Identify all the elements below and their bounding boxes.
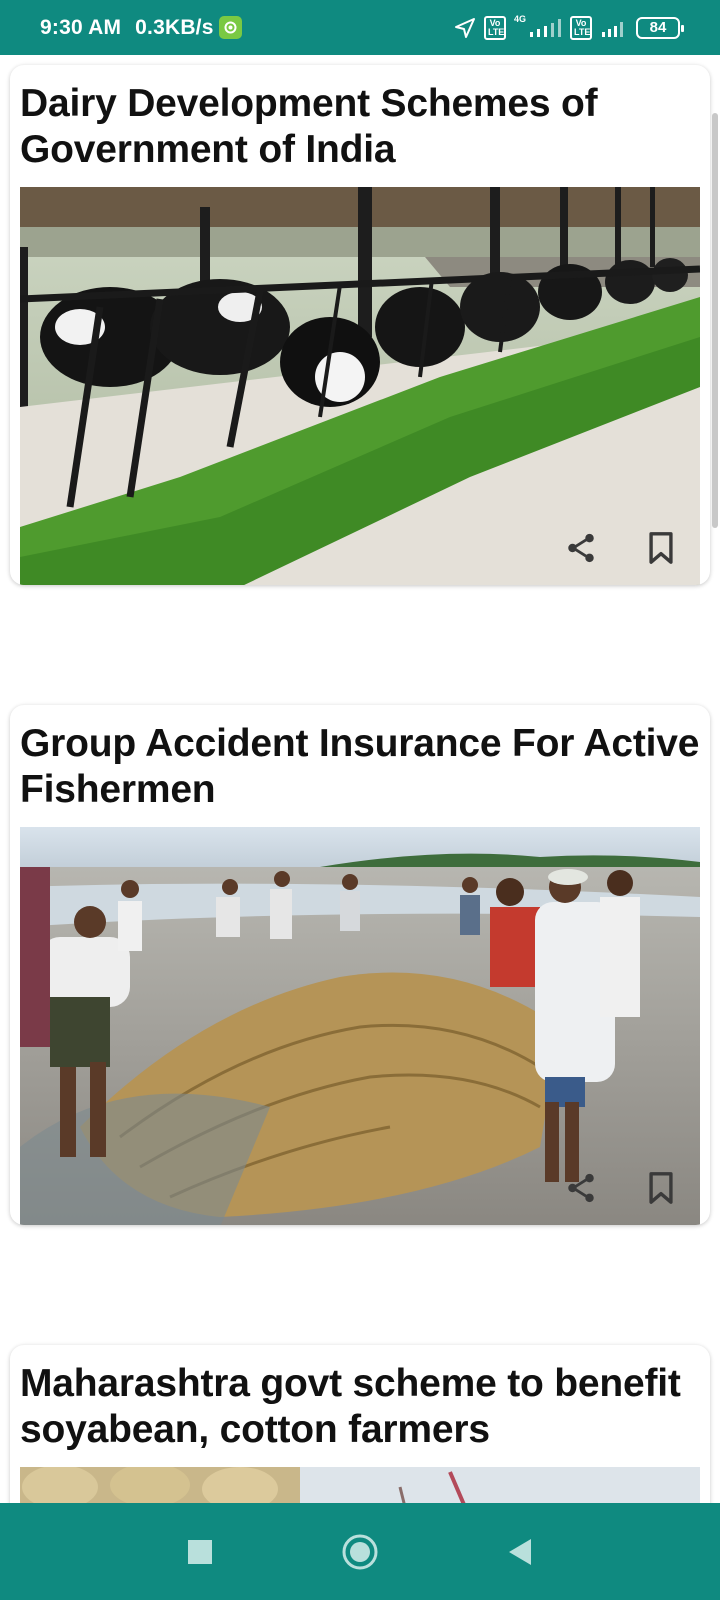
article-title[interactable]: Dairy Development Schemes of Government … (20, 81, 700, 173)
navigation-bar (0, 1503, 720, 1600)
signal-icon (528, 18, 562, 38)
cows-in-shed-photo[interactable] (20, 187, 700, 585)
status-time: 9:30 AM (40, 15, 122, 39)
article-actions (562, 1169, 710, 1207)
back-triangle-icon[interactable] (495, 1527, 545, 1577)
battery-level: 84 (649, 19, 667, 36)
network-type-label: 4G (513, 13, 526, 24)
soyabean-cotton-photo[interactable] (20, 1467, 700, 1503)
scrollbar[interactable] (712, 113, 718, 528)
article-card[interactable]: Group Accident Insurance For Active Fish… (10, 705, 710, 1225)
article-title[interactable]: Maharashtra govt scheme to benefit soyab… (20, 1361, 700, 1453)
fishermen-net-photo[interactable] (20, 827, 700, 1225)
status-right: Vo LTE 4G Vo LTE 84 (454, 13, 684, 40)
article-feed[interactable]: Dairy Development Schemes of Government … (0, 55, 720, 1503)
app-notification-icon (218, 16, 242, 39)
volte-icon: Vo LTE (483, 15, 506, 40)
article-card[interactable]: Dairy Development Schemes of Government … (10, 65, 710, 585)
share-icon[interactable] (562, 1169, 600, 1207)
network-speed: 0.3KB/s (135, 15, 214, 39)
article-title[interactable]: Group Accident Insurance For Active Fish… (20, 721, 700, 813)
location-arrow-icon (454, 17, 476, 39)
article-card[interactable]: Maharashtra govt scheme to benefit soyab… (10, 1345, 710, 1503)
bookmark-icon[interactable] (642, 1169, 680, 1207)
status-left: 9:30 AM 0.3KB/s (40, 16, 242, 40)
recents-square-icon[interactable] (175, 1527, 225, 1577)
bookmark-icon[interactable] (642, 529, 680, 567)
status-bar: 9:30 AM 0.3KB/s Vo LTE 4G Vo LTE 84 (0, 0, 720, 55)
home-circle-icon[interactable] (335, 1527, 385, 1577)
volte-icon: Vo LTE (570, 15, 592, 40)
article-actions (562, 529, 710, 567)
signal-icon (600, 18, 628, 38)
battery-icon: 84 (636, 16, 684, 39)
share-icon[interactable] (562, 529, 600, 567)
